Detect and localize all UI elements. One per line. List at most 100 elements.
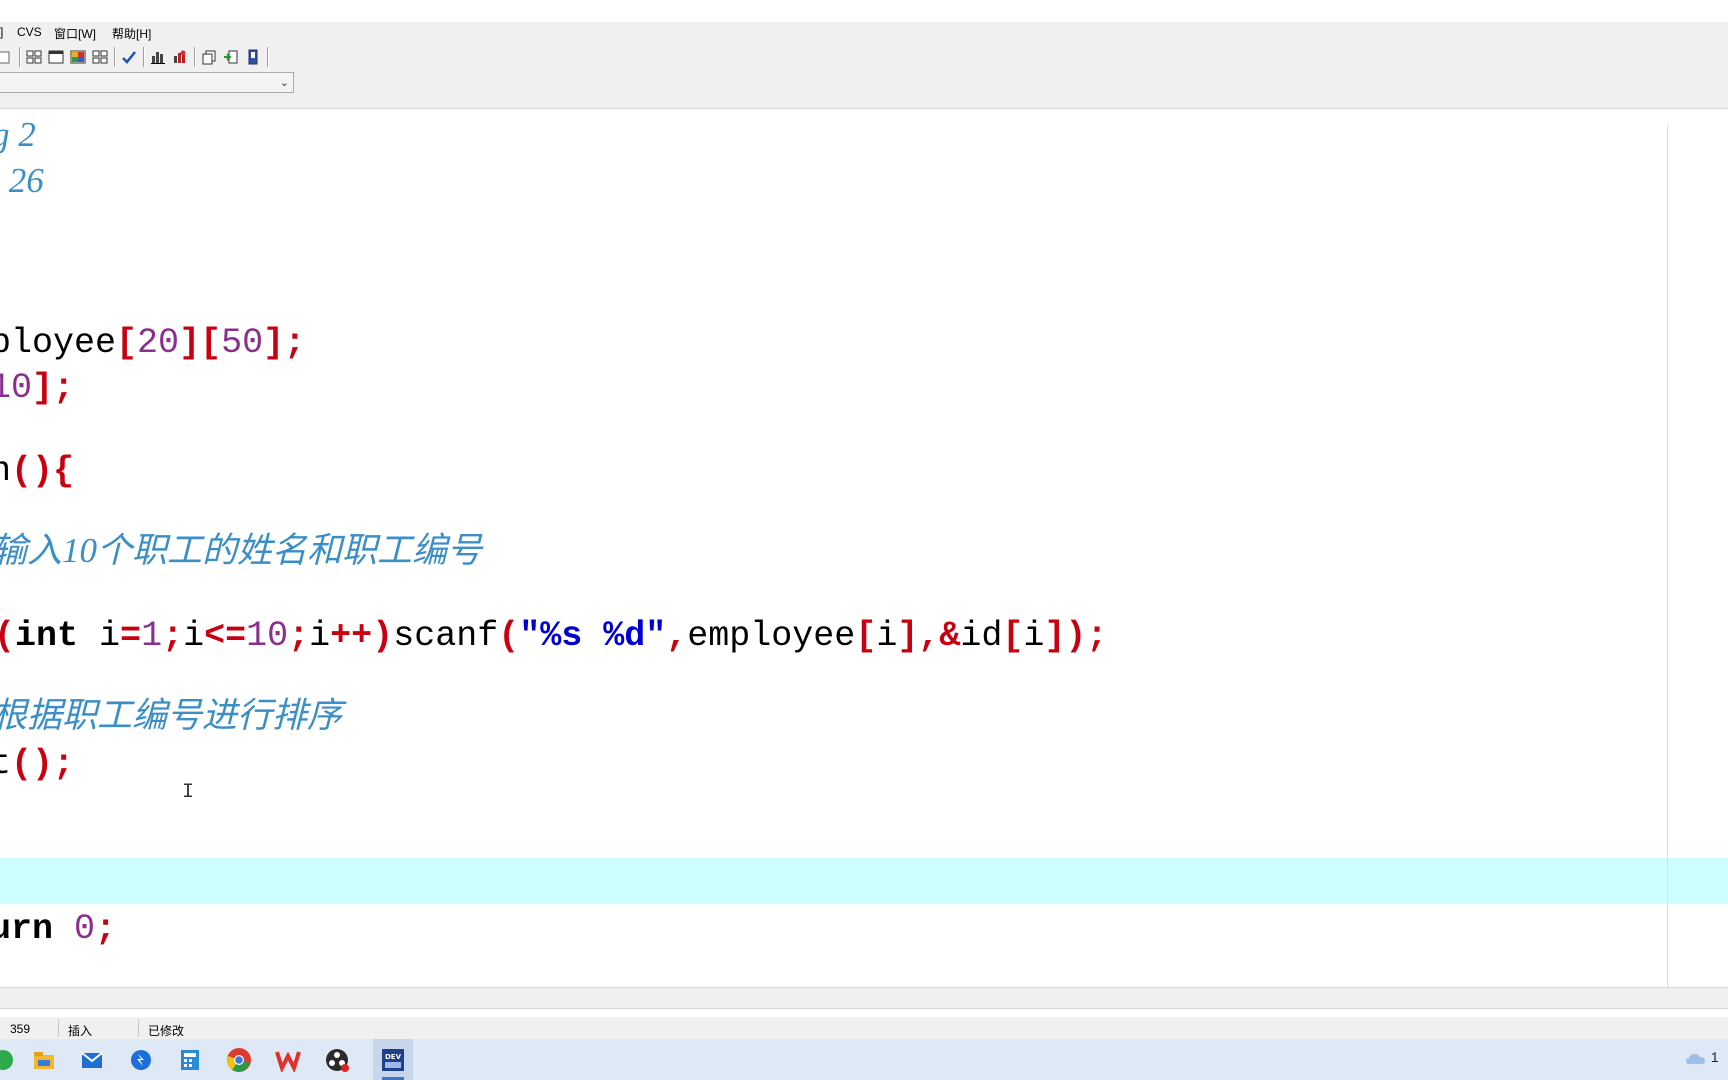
- code-line[interactable]: 输入10个职工的姓名和职工编号: [0, 528, 482, 574]
- code-token-plain: i: [1023, 616, 1045, 656]
- status-bar: 359 插入 已修改: [0, 1017, 1728, 1039]
- code-token-sym: ++): [330, 616, 394, 656]
- code-line[interactable]: 10];: [0, 365, 74, 411]
- code-token-sym: ;: [162, 616, 184, 656]
- code-token-plain: scanf: [393, 616, 499, 656]
- page-icon[interactable]: [0, 46, 16, 68]
- grid-icon[interactable]: [89, 46, 111, 68]
- code-token-sym: =: [120, 616, 142, 656]
- chart-icon[interactable]: [147, 46, 169, 68]
- system-tray[interactable]: 1: [1685, 1049, 1725, 1071]
- tray-text: 1: [1710, 1049, 1719, 1065]
- feishu-icon[interactable]: [124, 1043, 158, 1077]
- wps-icon[interactable]: [271, 1043, 305, 1077]
- code-line[interactable]: ployee[20][50];: [0, 320, 305, 366]
- code-line[interactable]: urn 0;: [0, 906, 116, 952]
- code-line[interactable]: 根据职工编号进行排序: [0, 693, 342, 739]
- code-line[interactable]: n(){: [0, 448, 74, 494]
- file-explorer-icon[interactable]: [27, 1043, 61, 1077]
- code-token-plain: n: [0, 451, 12, 491]
- title-bar: [0, 0, 1728, 22]
- menu-item-help[interactable]: 帮助[H]: [112, 25, 151, 42]
- code-token-cmt: 26: [0, 161, 44, 200]
- active-line-highlight: [0, 858, 1728, 904]
- code-token-num: 10: [246, 616, 289, 656]
- code-token-plain: ployee: [0, 323, 117, 363]
- code-line[interactable]: g 2: [0, 112, 36, 158]
- status-divider: [58, 1019, 59, 1037]
- toolbar-separator: [267, 47, 268, 67]
- code-token-sym: (: [0, 616, 15, 656]
- code-token-plain: i: [309, 616, 331, 656]
- menu-item-cvs[interactable]: CVS: [17, 25, 42, 39]
- code-token-plain: id: [960, 616, 1003, 656]
- code-line[interactable]: t();: [0, 741, 74, 787]
- calculator-icon[interactable]: [173, 1043, 207, 1077]
- chrome-icon[interactable]: [222, 1043, 256, 1077]
- toolbar-separator: [19, 47, 20, 67]
- devcpp-icon[interactable]: DEV: [376, 1043, 410, 1077]
- taskbar: DEV 1: [0, 1039, 1728, 1080]
- onedrive-icon[interactable]: [1685, 1051, 1707, 1065]
- bookmark-icon[interactable]: [242, 46, 264, 68]
- code-token-str: "%s %d": [519, 616, 667, 656]
- code-line[interactable]: (int i=1;i<=10;i++)scanf("%s %d",employe…: [0, 613, 1107, 659]
- code-token-cmt: g 2: [0, 115, 36, 154]
- right-margin-line: [1667, 125, 1668, 987]
- code-token-cmt: 根据职工编号进行排序: [0, 696, 343, 735]
- horizontal-scrollbar[interactable]: [0, 987, 1728, 1009]
- code-token-sym: ];: [263, 323, 306, 363]
- status-divider: [138, 1019, 139, 1037]
- toolbar-separator: [194, 47, 195, 67]
- code-token-kw: urn: [0, 909, 54, 949]
- code-token-plain: employee: [687, 616, 856, 656]
- code-token-kw: int: [15, 616, 79, 656]
- code-token-sym: ];: [32, 368, 75, 408]
- text-cursor-icon: I: [182, 781, 195, 804]
- code-token-sym: ],&: [897, 616, 961, 656]
- code-token-plain: i: [876, 616, 898, 656]
- code-token-sym: ][: [179, 323, 222, 363]
- window-icon[interactable]: [45, 46, 67, 68]
- chevron-down-icon[interactable]: ⌄: [280, 76, 289, 89]
- code-token-sym: [: [855, 616, 877, 656]
- toolbar-group: [0, 45, 271, 69]
- tile-icon[interactable]: [23, 46, 45, 68]
- chart-red-icon[interactable]: [169, 46, 191, 68]
- menu-item-window[interactable]: 窗口[W]: [54, 25, 96, 42]
- code-token-sym: <=: [204, 616, 247, 656]
- code-editor[interactable]: g 2 26 ployee[20][50]; 10]; n(){ 输入10个职工…: [0, 109, 1728, 987]
- status-line: 359: [10, 1022, 31, 1036]
- code-line[interactable]: 26: [0, 158, 44, 204]
- toolbar-separator: [143, 47, 144, 67]
- green-app-icon[interactable]: [0, 1043, 20, 1077]
- code-token-plain: i: [78, 616, 121, 656]
- svg-text:DEV: DEV: [385, 1053, 402, 1061]
- code-token-num: 10: [0, 368, 33, 408]
- obs-icon[interactable]: [320, 1043, 354, 1077]
- code-token-sym: ();: [11, 744, 75, 784]
- grid-color-icon[interactable]: [67, 46, 89, 68]
- code-token-sym: ;: [288, 616, 310, 656]
- code-token-num: 50: [221, 323, 264, 363]
- insert-green-icon[interactable]: [220, 46, 242, 68]
- code-token-sym: ,: [666, 616, 688, 656]
- code-token-sym: ;: [95, 909, 117, 949]
- code-token-plain: t: [0, 744, 12, 784]
- check-icon[interactable]: [118, 46, 140, 68]
- copy-icon[interactable]: [198, 46, 220, 68]
- code-token-sym: (: [498, 616, 520, 656]
- function-combo[interactable]: ⌄: [0, 72, 294, 93]
- code-token-cmt: 输入10个职工的姓名和职工编号: [0, 531, 483, 570]
- status-modified: 已修改: [148, 1024, 185, 1038]
- menu-item-cut[interactable]: ]: [0, 25, 3, 39]
- toolbar-separator: [114, 47, 115, 67]
- code-token-sym: ]);: [1044, 616, 1108, 656]
- code-token-num: 1: [141, 616, 163, 656]
- mail-icon[interactable]: [75, 1043, 109, 1077]
- code-token-num: 0: [74, 909, 96, 949]
- code-token-sym: [: [116, 323, 138, 363]
- code-token-sym: (){: [11, 451, 75, 491]
- code-token-num: 20: [137, 323, 180, 363]
